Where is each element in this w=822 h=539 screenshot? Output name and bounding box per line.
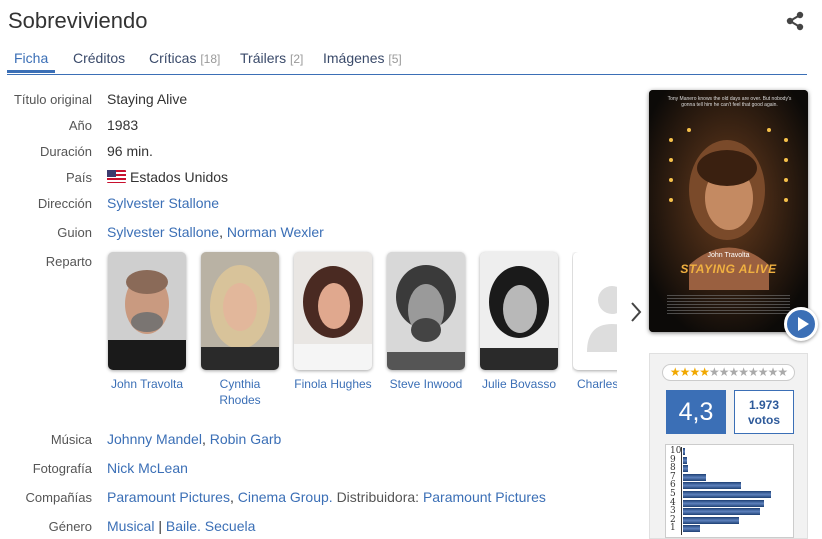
cast-card-steve-inwood[interactable]: Steve Inwood	[386, 252, 466, 392]
duration-label: Duración	[39, 144, 92, 159]
us-flag-icon	[107, 170, 126, 183]
cast-name[interactable]: Finola Hughes	[293, 376, 373, 392]
cast-name[interactable]: Cynthia Rhodes	[200, 376, 280, 408]
tab-trailers[interactable]: Tráilers [2]	[240, 50, 303, 66]
votes-label: votos	[747, 413, 780, 427]
cast-photo[interactable]	[294, 252, 372, 370]
histogram-bar	[683, 491, 772, 498]
country-name: Estados Unidos	[130, 169, 229, 185]
star-icon[interactable]: ★	[719, 365, 730, 379]
star-icon[interactable]: ★	[748, 365, 759, 379]
star-icon[interactable]: ★	[709, 365, 720, 379]
tab-imagenes[interactable]: Imágenes [5]	[323, 50, 402, 66]
page-title: Sobreviviendo	[8, 8, 148, 33]
imagenes-count: [5]	[388, 52, 402, 66]
cast-photo[interactable]	[573, 252, 617, 370]
histogram-score-label: 1	[670, 523, 676, 534]
poster-tagline: Tony Manero knows the old days are over.…	[667, 96, 792, 108]
music-link-2[interactable]: Robin Garb	[210, 431, 282, 447]
music-link-1[interactable]: Johnny Mandel	[107, 431, 202, 447]
histogram-bar	[683, 456, 688, 464]
director-label: Dirección	[37, 196, 92, 211]
star-icon[interactable]: ★	[758, 365, 769, 379]
screenplay-link-1[interactable]: Sylvester Stallone	[107, 224, 219, 240]
rating-panel: ★★★★★★★★★★★★ 4,3 1.973 votos 10 9 8 7 6 5 4 3 2 1	[649, 353, 808, 539]
poster-title: STAYING ALIVE	[680, 262, 777, 276]
star-icon[interactable]: ★	[768, 365, 779, 379]
genre-link-1[interactable]: Musical	[107, 518, 154, 534]
cast-photo[interactable]	[201, 252, 279, 370]
distributor-link[interactable]: Paramount Pictures	[423, 489, 546, 505]
cast-card-john-travolta[interactable]: John Travolta	[107, 252, 187, 392]
cast-card-cynthia-rhodes[interactable]: Cynthia Rhodes	[200, 252, 280, 408]
cast-photo[interactable]	[480, 252, 558, 370]
star-icon[interactable]: ★	[680, 365, 691, 379]
star-icon[interactable]: ★	[729, 365, 740, 379]
person-placeholder-icon	[573, 252, 617, 370]
histogram-bar	[683, 525, 700, 533]
histogram-axis	[681, 447, 682, 535]
distributor-label: Distribuidora:	[336, 489, 420, 505]
cast-card-julie-bovasso[interactable]: Julie Bovasso	[479, 252, 559, 392]
movie-poster[interactable]: Tony Manero knows the old days are over.…	[649, 90, 808, 332]
rating-histogram[interactable]: 10 9 8 7 6 5 4 3 2 1	[665, 444, 794, 538]
histogram-bar	[683, 482, 741, 490]
criticas-count: [18]	[200, 52, 221, 66]
tab-bar: Ficha Créditos Críticas [18] Tráilers [2…	[7, 48, 807, 75]
year-label: Año	[68, 118, 92, 133]
photography-label: Fotografía	[32, 461, 92, 476]
cast-name[interactable]: John Travolta	[107, 376, 187, 392]
country-label: País	[65, 170, 92, 185]
votes-box[interactable]: 1.973 votos	[734, 390, 794, 434]
company-link-1[interactable]: Paramount Pictures	[107, 489, 230, 505]
cast-name[interactable]: Steve Inwood	[386, 376, 466, 392]
duration-value: 96 min.	[107, 143, 153, 159]
play-trailer-button[interactable]	[784, 307, 818, 341]
tab-ficha[interactable]: Ficha	[7, 50, 56, 73]
chevron-right-icon[interactable]	[628, 300, 644, 324]
histogram-bar	[683, 499, 764, 507]
cast-photo[interactable]	[387, 252, 465, 370]
company-link-2[interactable]: Cinema Group.	[238, 489, 333, 505]
director-link[interactable]: Sylvester Stallone	[107, 195, 219, 211]
genre-label: Género	[48, 519, 92, 534]
photography-link[interactable]: Nick McLean	[107, 460, 188, 476]
year-value: 1983	[107, 117, 139, 133]
screenplay-link-2[interactable]: Norman Wexler	[227, 224, 324, 240]
histogram-bar	[683, 448, 686, 455]
star-icon[interactable]: ★	[689, 365, 700, 379]
star-icon[interactable]: ★	[738, 365, 749, 379]
share-icon[interactable]	[785, 11, 805, 31]
poster-credits-block	[667, 295, 790, 315]
star-icon[interactable]: ★	[670, 365, 681, 379]
companies-label: Compañías	[25, 490, 92, 505]
star-icon[interactable]: ★	[699, 365, 710, 379]
country-value: Estados Unidos	[107, 169, 228, 185]
cast-label: Reparto	[45, 254, 92, 269]
cast-overflow-clip: Charles	[572, 252, 617, 412]
screenplay-label: Guion	[57, 225, 92, 240]
histogram-bar	[683, 508, 760, 516]
histogram-bar	[683, 516, 739, 524]
histogram-bar	[683, 473, 707, 481]
star-icon[interactable]: ★	[777, 365, 788, 379]
original-title-value: Staying Alive	[107, 91, 188, 107]
cast-name[interactable]: Julie Bovasso	[479, 376, 559, 392]
music-label: Música	[50, 432, 92, 447]
cast-card-finola-hughes[interactable]: Finola Hughes	[293, 252, 373, 392]
cast-name[interactable]: Charles	[572, 376, 617, 392]
cast-photo[interactable]	[108, 252, 186, 370]
genre-link-2[interactable]: Baile. Secuela	[166, 518, 256, 534]
tab-creditos[interactable]: Créditos	[73, 50, 125, 66]
poster-actor: John Travolta	[707, 252, 750, 259]
star-rating[interactable]: ★★★★★★★★★★★★	[662, 364, 795, 381]
votes-count: 1.973	[748, 398, 780, 412]
trailers-count: [2]	[290, 52, 304, 66]
average-rating: 4,3	[666, 390, 726, 434]
cast-card-charles[interactable]: Charles	[572, 252, 617, 392]
histogram-bar	[683, 465, 689, 473]
tab-criticas[interactable]: Críticas [18]	[149, 50, 220, 66]
original-title-label: Título original	[13, 92, 92, 107]
